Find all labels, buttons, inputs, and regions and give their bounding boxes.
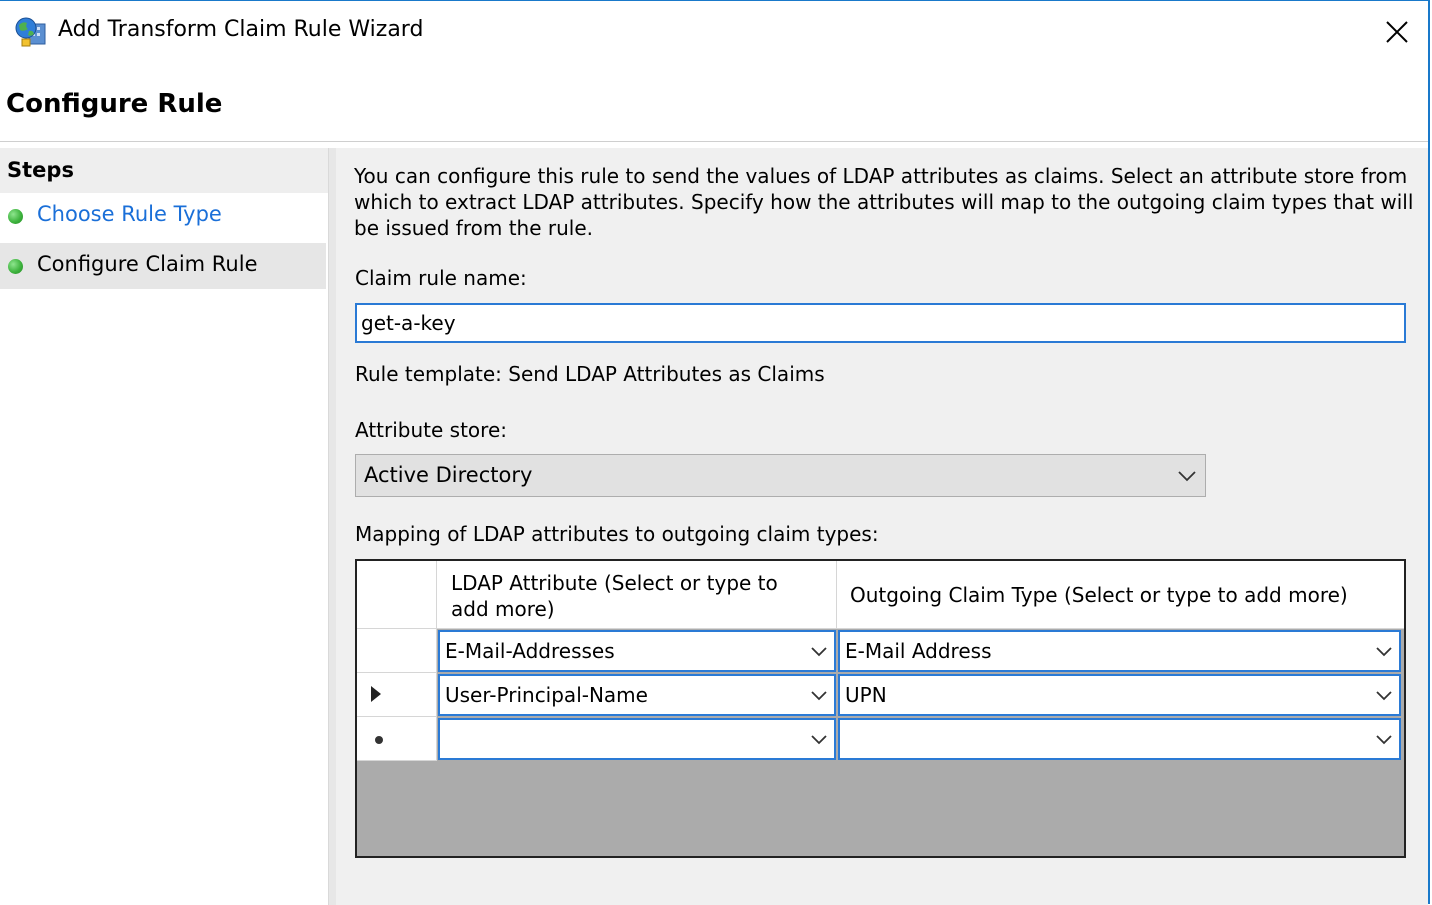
configure-rule-content: You can configure this rule to send the … xyxy=(336,148,1428,905)
step-choose-rule-type[interactable]: Choose Rule Type xyxy=(0,193,326,239)
mapping-grid: LDAP Attribute (Select or type to add mo… xyxy=(355,559,1406,858)
attribute-store-dropdown[interactable]: Active Directory xyxy=(355,454,1206,497)
header-divider xyxy=(0,141,1428,142)
cell-value: User-Principal-Name xyxy=(445,683,648,707)
cell-value: E-Mail Address xyxy=(845,639,992,663)
row-header[interactable] xyxy=(357,629,437,673)
green-dot-icon xyxy=(8,259,23,274)
close-icon xyxy=(1386,21,1408,43)
close-button[interactable] xyxy=(1372,9,1422,55)
chevron-down-icon xyxy=(811,735,827,745)
column-header-label: LDAP Attribute (Select or type to add mo… xyxy=(451,571,778,621)
window-title: Add Transform Claim Rule Wizard xyxy=(58,17,424,42)
outgoing-claim-type-combo[interactable]: E-Mail Address xyxy=(838,630,1401,672)
steps-panel: Steps Choose Rule Type Configure Claim R… xyxy=(0,148,328,905)
ldap-attribute-combo[interactable]: User-Principal-Name xyxy=(438,674,836,716)
attribute-store-label: Attribute store: xyxy=(355,418,507,442)
attribute-store-value: Active Directory xyxy=(364,463,533,487)
steps-header-label: Steps xyxy=(7,158,74,182)
table-row-new xyxy=(357,717,1404,761)
panel-divider xyxy=(328,148,336,905)
row-header[interactable] xyxy=(357,673,437,717)
cell-value: E-Mail-Addresses xyxy=(445,639,615,663)
chevron-down-icon xyxy=(811,647,827,657)
wizard-window: Add Transform Claim Rule Wizard Configur… xyxy=(0,0,1430,905)
chevron-down-icon xyxy=(1178,471,1196,482)
mapping-label: Mapping of LDAP attributes to outgoing c… xyxy=(355,522,879,546)
chevron-down-icon xyxy=(1376,691,1392,701)
outgoing-claim-type-combo[interactable]: UPN xyxy=(838,674,1401,716)
new-row-dot-icon xyxy=(375,736,383,744)
table-row: User-Principal-Name UPN xyxy=(357,673,1404,717)
title-bar: Add Transform Claim Rule Wizard xyxy=(0,1,1428,63)
green-dot-icon xyxy=(8,209,23,224)
ldap-attribute-combo[interactable] xyxy=(438,718,836,760)
page-title: Configure Rule xyxy=(6,89,223,119)
table-row: E-Mail-Addresses E-Mail Address xyxy=(357,629,1404,673)
outgoing-claim-type-combo[interactable] xyxy=(838,718,1401,760)
grid-corner xyxy=(357,561,437,629)
claim-rule-name-label: Claim rule name: xyxy=(355,266,527,290)
cell-value: UPN xyxy=(845,683,887,707)
ldap-attribute-combo[interactable]: E-Mail-Addresses xyxy=(438,630,836,672)
wizard-app-icon xyxy=(15,17,46,47)
column-header-ldap-attribute[interactable]: LDAP Attribute (Select or type to add mo… xyxy=(437,561,837,629)
chevron-down-icon xyxy=(811,691,827,701)
chevron-down-icon xyxy=(1376,735,1392,745)
chevron-down-icon xyxy=(1376,647,1392,657)
row-header[interactable] xyxy=(357,717,437,761)
grid-header: LDAP Attribute (Select or type to add mo… xyxy=(357,561,1404,629)
rule-template-text: Rule template: Send LDAP Attributes as C… xyxy=(355,362,825,386)
steps-header: Steps xyxy=(0,148,328,193)
claim-rule-name-input[interactable] xyxy=(355,303,1406,343)
current-row-arrow-icon xyxy=(371,686,381,702)
step-label[interactable]: Choose Rule Type xyxy=(37,202,222,226)
column-header-label: Outgoing Claim Type (Select or type to a… xyxy=(850,583,1348,607)
step-configure-claim-rule: Configure Claim Rule xyxy=(0,243,326,289)
column-header-outgoing-claim-type[interactable]: Outgoing Claim Type (Select or type to a… xyxy=(837,561,1404,629)
rule-description: You can configure this rule to send the … xyxy=(354,164,1414,240)
step-label: Configure Claim Rule xyxy=(37,252,258,276)
